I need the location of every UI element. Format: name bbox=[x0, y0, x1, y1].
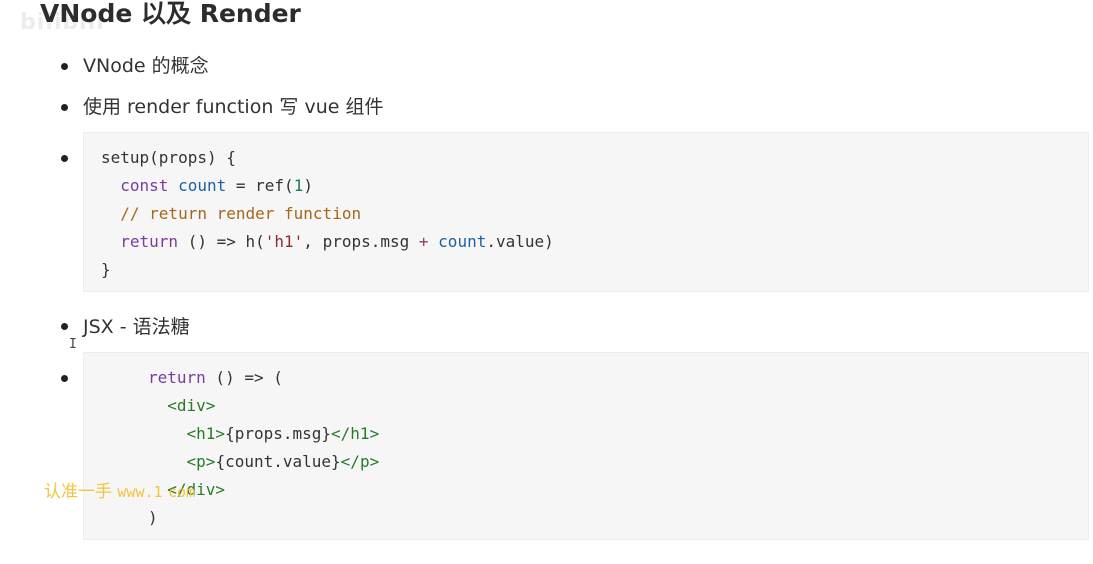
text-cursor-icon: I bbox=[69, 337, 77, 352]
bullet-icon bbox=[61, 375, 68, 382]
bullet-icon bbox=[61, 104, 68, 111]
site-watermark: 认准一手 www.1 com bbox=[44, 482, 196, 502]
page-title: VNode 以及 Render bbox=[40, 0, 301, 28]
list-item-jsx: JSX - 语法糖 bbox=[83, 316, 190, 338]
document-page: bilibili VNode 以及 Render VNode 的概念 使用 re… bbox=[0, 0, 1093, 564]
list-item-render-function: 使用 render function 写 vue 组件 bbox=[83, 96, 384, 118]
list-item-vnode: VNode 的概念 bbox=[83, 55, 209, 77]
bullet-icon bbox=[61, 155, 68, 162]
code-block-setup: setup(props) { const count = ref(1) // r… bbox=[83, 132, 1089, 292]
code-setup: setup(props) { const count = ref(1) // r… bbox=[101, 148, 554, 279]
code-jsx: return () => ( <div> <h1>{props.msg}</h1… bbox=[148, 368, 380, 527]
code-block-jsx: return () => ( <div> <h1>{props.msg}</h1… bbox=[83, 352, 1089, 540]
bullet-icon bbox=[61, 63, 68, 70]
bullet-icon bbox=[61, 323, 68, 330]
